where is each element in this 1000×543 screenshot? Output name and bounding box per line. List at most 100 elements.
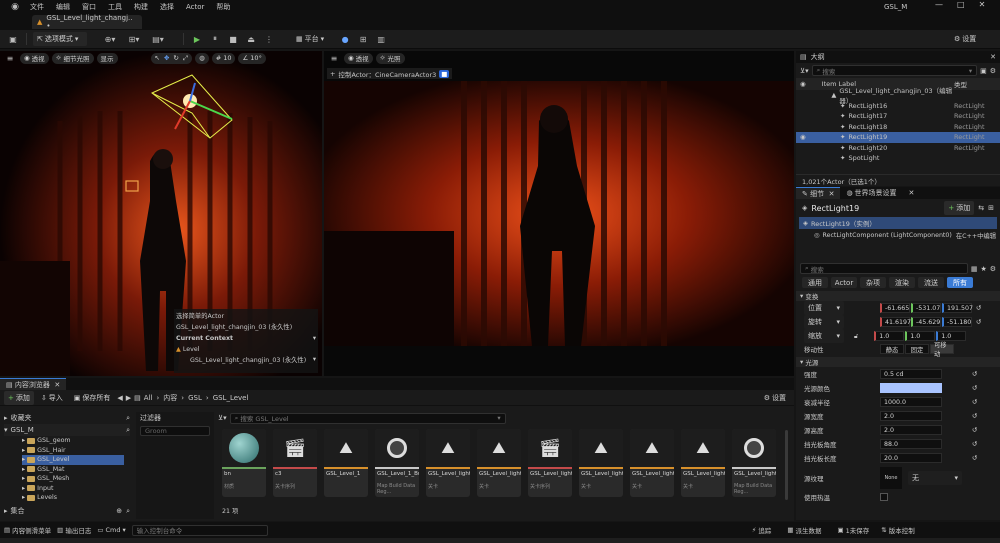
console-input[interactable]: 输入控制台命令 bbox=[131, 524, 268, 536]
mobility-static[interactable]: 静态 bbox=[880, 344, 904, 354]
show-button[interactable]: 显示 bbox=[96, 52, 118, 64]
select-icon[interactable]: ↖ bbox=[155, 54, 160, 62]
minimize-icon[interactable]: — bbox=[935, 0, 943, 9]
menu-select[interactable]: 选择 bbox=[160, 2, 174, 12]
add-component-button[interactable]: + 添加 bbox=[944, 201, 975, 215]
chevron-right-icon[interactable]: ▸ bbox=[4, 507, 8, 515]
close-icon[interactable]: ✕ bbox=[54, 381, 60, 389]
lighting-mode-button[interactable]: ☼ 细节光照 bbox=[51, 52, 94, 64]
outliner-row[interactable]: ▲ GSL_Level_light_changjin_03（编辑器） bbox=[796, 87, 1000, 105]
rotate-icon[interactable]: ↻ bbox=[173, 54, 178, 62]
asset-scrollbar[interactable] bbox=[785, 430, 788, 500]
prop-value[interactable]: 88.0 bbox=[880, 439, 942, 449]
location-y[interactable]: -531.07 bbox=[911, 303, 941, 313]
chevron-right-icon[interactable]: ▸ bbox=[22, 437, 25, 444]
chevron-right-icon[interactable]: ▸ bbox=[22, 456, 25, 463]
cinematics-icon[interactable]: ▤▾ bbox=[151, 32, 165, 46]
snap-angle-button[interactable]: ∠ 10° bbox=[238, 52, 266, 64]
folder-item[interactable]: ▸ GSL_Mesh bbox=[22, 474, 124, 484]
close-icon[interactable]: ✕ bbox=[909, 189, 915, 197]
menu-file[interactable]: 文件 bbox=[30, 2, 44, 12]
tab-details[interactable]: ✎ 细节 ✕ bbox=[796, 187, 841, 199]
close-icon[interactable]: ✕ bbox=[990, 53, 996, 61]
reset-icon[interactable]: ↺ bbox=[972, 384, 977, 392]
outliner-row[interactable]: ✦ RectLight18 RectLight bbox=[796, 122, 1000, 133]
forward-icon[interactable]: ▶ bbox=[126, 394, 131, 402]
maximize-icon[interactable]: □ bbox=[957, 0, 965, 9]
level-value[interactable]: GSL_Level_light_changjin_03 (永久性) bbox=[190, 355, 306, 364]
filter-1[interactable]: Actor bbox=[831, 277, 857, 288]
asset-tile[interactable]: ⛰︎ GSL_Level_light_changj.. 关卡 bbox=[579, 429, 623, 497]
step-icon[interactable]: ⏸ bbox=[208, 32, 222, 46]
eye-icon[interactable]: ◉ bbox=[800, 133, 810, 141]
chevron-right-icon[interactable]: ▸ bbox=[22, 447, 25, 454]
prop-value[interactable]: 1000.0 bbox=[880, 397, 942, 407]
add-content-button[interactable]: + 添加 bbox=[4, 390, 34, 405]
outliner-row[interactable]: ✦ SpotLight bbox=[796, 153, 1000, 164]
hamburger-icon[interactable]: ≡ bbox=[327, 51, 341, 65]
scale-y[interactable]: 1.0 bbox=[905, 331, 936, 341]
cmd-dropdown[interactable]: ▭ Cmd ▾ bbox=[97, 526, 125, 534]
reset-icon[interactable]: ↺ bbox=[972, 398, 977, 406]
platform-button[interactable]: ▦ 平台 ▾ bbox=[292, 32, 328, 46]
edit-cpp-link[interactable]: 在C++中编辑 bbox=[956, 231, 1000, 240]
source-control-button[interactable]: ⇅ 版本控制 bbox=[881, 525, 914, 535]
tools-icon[interactable]: ▥ bbox=[374, 32, 388, 46]
rotation-z[interactable]: -51.180 bbox=[942, 317, 972, 327]
asset-tile[interactable]: ⛰︎ GSL_Level_light_changj.. 关卡 bbox=[681, 429, 725, 497]
chevron-right-icon[interactable]: ▸ bbox=[22, 485, 25, 492]
grid-view-icon[interactable]: ▦ bbox=[971, 265, 978, 273]
texture-dropdown[interactable]: 无 ▾ bbox=[908, 471, 962, 485]
folder-item[interactable]: ▸ GSL_geom bbox=[22, 436, 124, 446]
chevron-right-icon[interactable]: ▸ bbox=[22, 475, 25, 482]
viewport-left[interactable]: ≡ ◉ 透视 ☼ 细节光照 显示 ↖ ✥ ↻ ⤢ ◍ #10 ∠ 10° 选择简单的Acto… bbox=[0, 51, 322, 376]
folder-icon[interactable]: ▤ bbox=[134, 394, 141, 402]
level-tab[interactable]: ▲ GSL_Level_light_changj.. • bbox=[32, 14, 142, 30]
scale-x[interactable]: 1.0 bbox=[874, 331, 905, 341]
perspective-button[interactable]: ◉ 透视 bbox=[344, 52, 373, 64]
menu-tools[interactable]: 工具 bbox=[108, 2, 122, 12]
asset-tile[interactable]: ⛰︎ GSL_Level_1 bbox=[324, 429, 368, 497]
chevron-right-icon[interactable]: ▸ bbox=[22, 494, 25, 501]
breadcrumb-item[interactable]: GSL_Level bbox=[213, 394, 249, 402]
blueprint-icon[interactable]: ⇆ bbox=[978, 204, 984, 212]
rotation-x[interactable]: 41.6197 bbox=[880, 317, 911, 327]
reset-icon[interactable]: ↺ bbox=[976, 318, 981, 326]
star-icon[interactable]: ★ bbox=[980, 265, 986, 273]
chevron-right-icon[interactable]: ▸ bbox=[4, 414, 8, 422]
move-icon[interactable]: ✥ bbox=[164, 54, 169, 62]
save-all-button[interactable]: ▣ 保存所有 bbox=[70, 391, 115, 405]
save-icon[interactable]: ▣ bbox=[6, 32, 20, 46]
add-actor-icon[interactable]: ⊕▾ bbox=[103, 32, 117, 46]
play-icon[interactable]: ▶ bbox=[190, 32, 204, 46]
eye-icon[interactable]: ◉ bbox=[800, 80, 806, 88]
output-log-button[interactable]: ▥ 输出日志 bbox=[57, 525, 91, 535]
plus-icon[interactable]: + bbox=[330, 70, 335, 78]
asset-tile[interactable]: GSL_Level_light_changj.. Map Build Data R… bbox=[732, 429, 776, 497]
hamburger-icon[interactable]: ≡ bbox=[3, 51, 17, 65]
filter-3[interactable]: 渲染 bbox=[889, 277, 915, 288]
mode-select-button[interactable]: ⇱ 选项模式 ▾ bbox=[33, 32, 87, 46]
favorites-label[interactable]: 收藏夹 bbox=[11, 413, 32, 423]
snap-grid-button[interactable]: #10 bbox=[211, 52, 236, 64]
folder-item[interactable]: ▸ GSL_Level bbox=[22, 455, 124, 465]
filter-2[interactable]: 杂项 bbox=[860, 277, 886, 288]
trace-button[interactable]: ⚡ 追踪 bbox=[752, 525, 772, 535]
menu-actor[interactable]: Actor bbox=[186, 3, 204, 11]
filter-5[interactable]: 所有 bbox=[947, 277, 973, 288]
globe-icon[interactable]: ● bbox=[338, 32, 352, 46]
collections-label[interactable]: 集合 bbox=[11, 506, 25, 516]
light-section-header[interactable]: ▾ 光源 bbox=[796, 357, 1000, 367]
search-icon[interactable]: ⌕ bbox=[126, 507, 130, 516]
texture-thumbnail[interactable]: None bbox=[880, 467, 902, 489]
breadcrumb-item[interactable]: 内容 bbox=[163, 393, 177, 403]
folder-item[interactable]: ▸ GSL_Mat bbox=[22, 465, 124, 475]
filter-4[interactable]: 流送 bbox=[918, 277, 944, 288]
menu-help[interactable]: 帮助 bbox=[216, 2, 230, 12]
folder-item[interactable]: ▸ GSL_Hair bbox=[22, 446, 124, 456]
menu-edit[interactable]: 编辑 bbox=[56, 2, 70, 12]
lighting-mode-button[interactable]: ☼ 光照 bbox=[375, 52, 405, 64]
camera-icon[interactable]: ■ bbox=[439, 69, 450, 78]
settings-icon[interactable]: ⚙ bbox=[990, 265, 996, 273]
tab-world-settings[interactable]: ◍ 世界场景设置 ✕ bbox=[840, 188, 920, 198]
